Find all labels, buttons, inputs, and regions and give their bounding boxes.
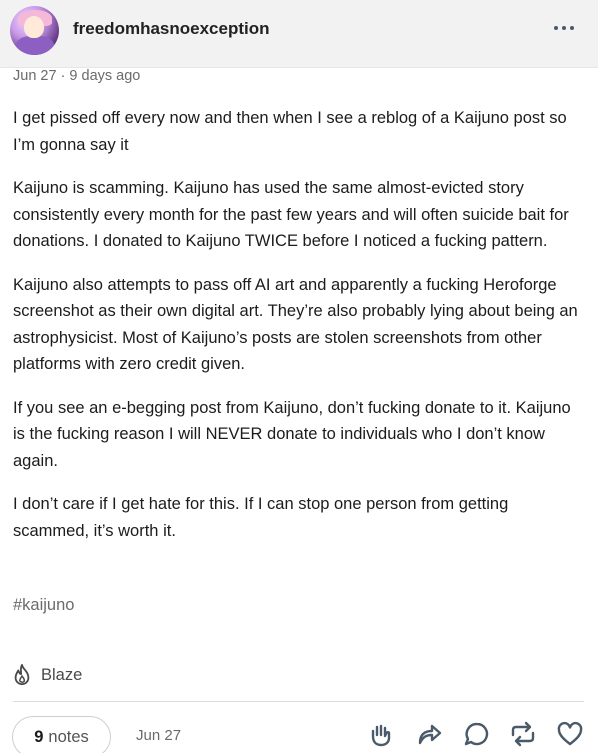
hand-icon xyxy=(371,724,391,747)
like-button[interactable] xyxy=(556,720,584,750)
footer-date: Jun 27 xyxy=(136,727,182,744)
blaze-button[interactable]: Blaze xyxy=(11,662,82,688)
reply-button[interactable] xyxy=(463,720,491,750)
post-paragraph: Kaijuno is scamming. Kaijuno has used th… xyxy=(13,179,569,250)
share-arrow-icon xyxy=(418,724,442,745)
tip-button[interactable] xyxy=(367,720,395,750)
avatar-body xyxy=(16,36,54,55)
post-header: freedomhasnoexception xyxy=(0,0,598,68)
notes-button[interactable]: 9 notes xyxy=(12,716,111,753)
flame-icon xyxy=(14,664,30,686)
post-body: I get pissed off every now and then when… xyxy=(13,105,585,561)
share-button[interactable] xyxy=(415,720,443,750)
avatar-face xyxy=(24,16,44,38)
blaze-label: Blaze xyxy=(41,665,83,684)
notes-count: 9 xyxy=(34,727,44,746)
avatar[interactable] xyxy=(10,6,59,55)
post-paragraph: If you see an e-begging post from Kaijun… xyxy=(13,398,571,470)
post-paragraph: I don’t care if I get hate for this. If … xyxy=(13,495,509,540)
reblog-button[interactable] xyxy=(509,720,537,750)
username[interactable]: freedomhasnoexception xyxy=(73,19,270,39)
post-date[interactable]: Jun 27 · 9 days ago xyxy=(13,68,140,84)
speech-bubble-icon xyxy=(464,722,489,746)
post-paragraph: Kaijuno also attempts to pass off AI art… xyxy=(13,275,578,374)
heart-icon xyxy=(557,721,583,746)
notes-label: notes xyxy=(48,727,89,746)
reblog-icon xyxy=(511,721,535,747)
post-paragraph: I get pissed off every now and then when… xyxy=(13,109,567,154)
divider xyxy=(13,701,584,702)
ellipsis-icon[interactable] xyxy=(553,18,579,38)
post-tag[interactable]: #kaijuno xyxy=(13,596,74,615)
